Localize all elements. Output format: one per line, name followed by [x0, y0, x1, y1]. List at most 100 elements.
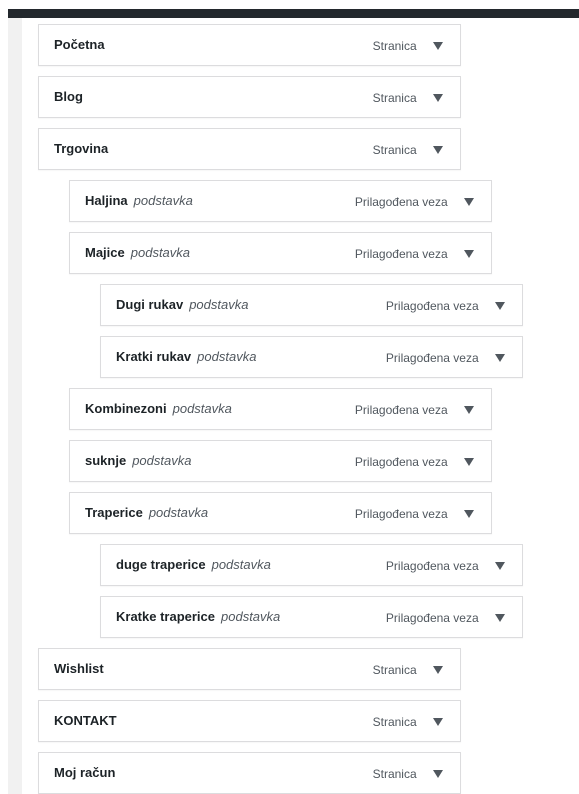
- menu-structure-list: Početna Stranica Blog Stranica Trgovina …: [0, 0, 579, 794]
- menu-item-blog[interactable]: Blog Stranica: [38, 76, 461, 118]
- menu-item-label: Kratke traperice: [116, 609, 215, 624]
- menu-item-type: Stranica: [372, 142, 417, 157]
- menu-item-controls: Prilagođena veza: [386, 545, 510, 585]
- menu-item-edit-toggle[interactable]: [428, 660, 448, 680]
- menu-item-edit-toggle[interactable]: [490, 556, 510, 576]
- menu-item-traperice[interactable]: Traperice podstavka Prilagođena veza: [69, 492, 492, 534]
- menu-item-controls: Prilagođena veza: [386, 597, 510, 637]
- menu-item-wishlist[interactable]: Wishlist Stranica: [38, 648, 461, 690]
- menu-item-edit-toggle[interactable]: [428, 88, 448, 108]
- menu-item-sub-label: podstavka: [148, 505, 209, 520]
- menu-item-label: Početna: [54, 37, 105, 52]
- menu-item-edit-toggle[interactable]: [490, 348, 510, 368]
- menu-item-type: Stranica: [372, 662, 417, 677]
- menu-item-sub-label: podstavka: [211, 557, 271, 572]
- menu-item-type: Prilagođena veza: [385, 298, 479, 313]
- menu-item-sub-label: podstavka: [221, 609, 281, 624]
- menu-item-kratki-rukav[interactable]: Kratki rukav podstavka Prilagođena veza: [100, 336, 523, 378]
- menu-item-suknje[interactable]: suknje podstavka Prilagođena veza: [69, 440, 492, 482]
- menu-item-type: Prilagođena veza: [385, 558, 479, 573]
- triangle-down-icon: [495, 561, 505, 570]
- menu-item-majice[interactable]: Majice podstavka Prilagođena veza: [69, 232, 492, 274]
- triangle-down-icon: [464, 197, 474, 206]
- menu-item-duge-traperice[interactable]: duge traperice podstavka Prilagođena veza: [100, 544, 523, 586]
- menu-item-edit-toggle[interactable]: [428, 764, 448, 784]
- triangle-down-icon: [433, 769, 443, 778]
- menu-item-edit-toggle[interactable]: [459, 244, 479, 264]
- triangle-down-icon: [464, 509, 474, 518]
- menu-item-label: Kombinezoni: [85, 401, 167, 416]
- menu-item-type: Prilagođena veza: [354, 246, 448, 261]
- menu-item-sub-label: podstavka: [132, 453, 192, 468]
- menu-item-title: Majice podstavka: [85, 233, 190, 273]
- triangle-down-icon: [433, 93, 443, 102]
- triangle-down-icon: [495, 301, 505, 310]
- menu-item-label: Blog: [54, 89, 83, 104]
- menu-item-controls: Prilagođena veza: [355, 493, 479, 533]
- menu-item-label: Trgovina: [54, 141, 109, 156]
- menu-item-title: Kratki rukav podstavka: [116, 337, 256, 377]
- menu-item-edit-toggle[interactable]: [459, 452, 479, 472]
- menu-item-type: Prilagođena veza: [354, 402, 448, 417]
- menu-item-controls: Prilagođena veza: [355, 233, 479, 273]
- menu-item-type: Prilagođena veza: [385, 610, 479, 625]
- menu-item-title: Blog: [54, 77, 83, 117]
- menu-item-title: Moj račun: [54, 753, 115, 793]
- menu-item-kontakt[interactable]: KONTAKT Stranica: [38, 700, 461, 742]
- menu-item-controls: Stranica: [373, 701, 448, 741]
- menu-item-title: KONTAKT: [54, 701, 117, 741]
- menu-item-sub-label: podstavka: [172, 401, 232, 416]
- menu-item-controls: Prilagođena veza: [386, 337, 510, 377]
- menu-item-title: suknje podstavka: [85, 441, 191, 481]
- menu-item-title: Haljina podstavka: [85, 181, 193, 221]
- menu-item-edit-toggle[interactable]: [459, 504, 479, 524]
- menu-item-controls: Prilagođena veza: [386, 285, 510, 325]
- menu-item-controls: Stranica: [373, 77, 448, 117]
- menu-item-label: Traperice: [85, 505, 143, 520]
- triangle-down-icon: [495, 613, 505, 622]
- menu-item-title: Kombinezoni podstavka: [85, 389, 232, 429]
- menu-item-edit-toggle[interactable]: [490, 608, 510, 628]
- menu-item-kratke-traperice[interactable]: Kratke traperice podstavka Prilagođena ve…: [100, 596, 523, 638]
- menu-item-type: Stranica: [372, 90, 417, 105]
- menu-item-title: Dugi rukav podstavka: [116, 285, 248, 325]
- menu-item-kombinezoni[interactable]: Kombinezoni podstavka Prilagođena veza: [69, 388, 492, 430]
- menu-item-controls: Stranica: [373, 129, 448, 169]
- menu-item-label: KONTAKT: [54, 713, 117, 728]
- menu-item-type: Stranica: [372, 766, 417, 781]
- menu-item-haljina[interactable]: Haljina podstavka Prilagođena veza: [69, 180, 492, 222]
- menu-item-label: Dugi rukav: [116, 297, 184, 312]
- menu-item-label: Moj račun: [54, 765, 116, 780]
- menu-item-trgovina[interactable]: Trgovina Stranica: [38, 128, 461, 170]
- menu-item-controls: Prilagođena veza: [355, 441, 479, 481]
- menu-item-sub-label: podstavka: [133, 193, 193, 208]
- menu-item-type: Stranica: [372, 714, 417, 729]
- menu-item-sub-label: podstavka: [197, 349, 257, 364]
- menu-item-edit-toggle[interactable]: [428, 36, 448, 56]
- triangle-down-icon: [433, 717, 443, 726]
- menu-item-edit-toggle[interactable]: [459, 400, 479, 420]
- menu-item-edit-toggle[interactable]: [428, 712, 448, 732]
- menu-item-title: Traperice podstavka: [85, 493, 208, 533]
- menu-item-controls: Prilagođena veza: [355, 389, 479, 429]
- menu-item-sub-label: podstavka: [130, 245, 191, 260]
- menu-item-type: Prilagođena veza: [354, 194, 448, 209]
- menu-item-type: Prilagođena veza: [354, 506, 448, 521]
- menu-item-controls: Prilagođena veza: [355, 181, 479, 221]
- menu-item-controls: Stranica: [373, 753, 448, 793]
- triangle-down-icon: [464, 249, 474, 258]
- menu-item-label: Majice: [85, 245, 125, 260]
- menu-item-edit-toggle[interactable]: [428, 140, 448, 160]
- menu-item-pocetna[interactable]: Početna Stranica: [38, 24, 461, 66]
- menu-item-dugi-rukav[interactable]: Dugi rukav podstavka Prilagođena veza: [100, 284, 523, 326]
- menu-item-edit-toggle[interactable]: [490, 296, 510, 316]
- menu-item-edit-toggle[interactable]: [459, 192, 479, 212]
- menu-item-type: Stranica: [372, 38, 417, 53]
- menu-item-type: Prilagođena veza: [354, 454, 448, 469]
- triangle-down-icon: [433, 41, 443, 50]
- triangle-down-icon: [495, 353, 505, 362]
- triangle-down-icon: [464, 405, 474, 414]
- menu-item-label: Kratki rukav: [116, 349, 192, 364]
- menu-item-title: Kratke traperice podstavka: [116, 597, 280, 637]
- menu-item-moj-racun[interactable]: Moj račun Stranica: [38, 752, 461, 794]
